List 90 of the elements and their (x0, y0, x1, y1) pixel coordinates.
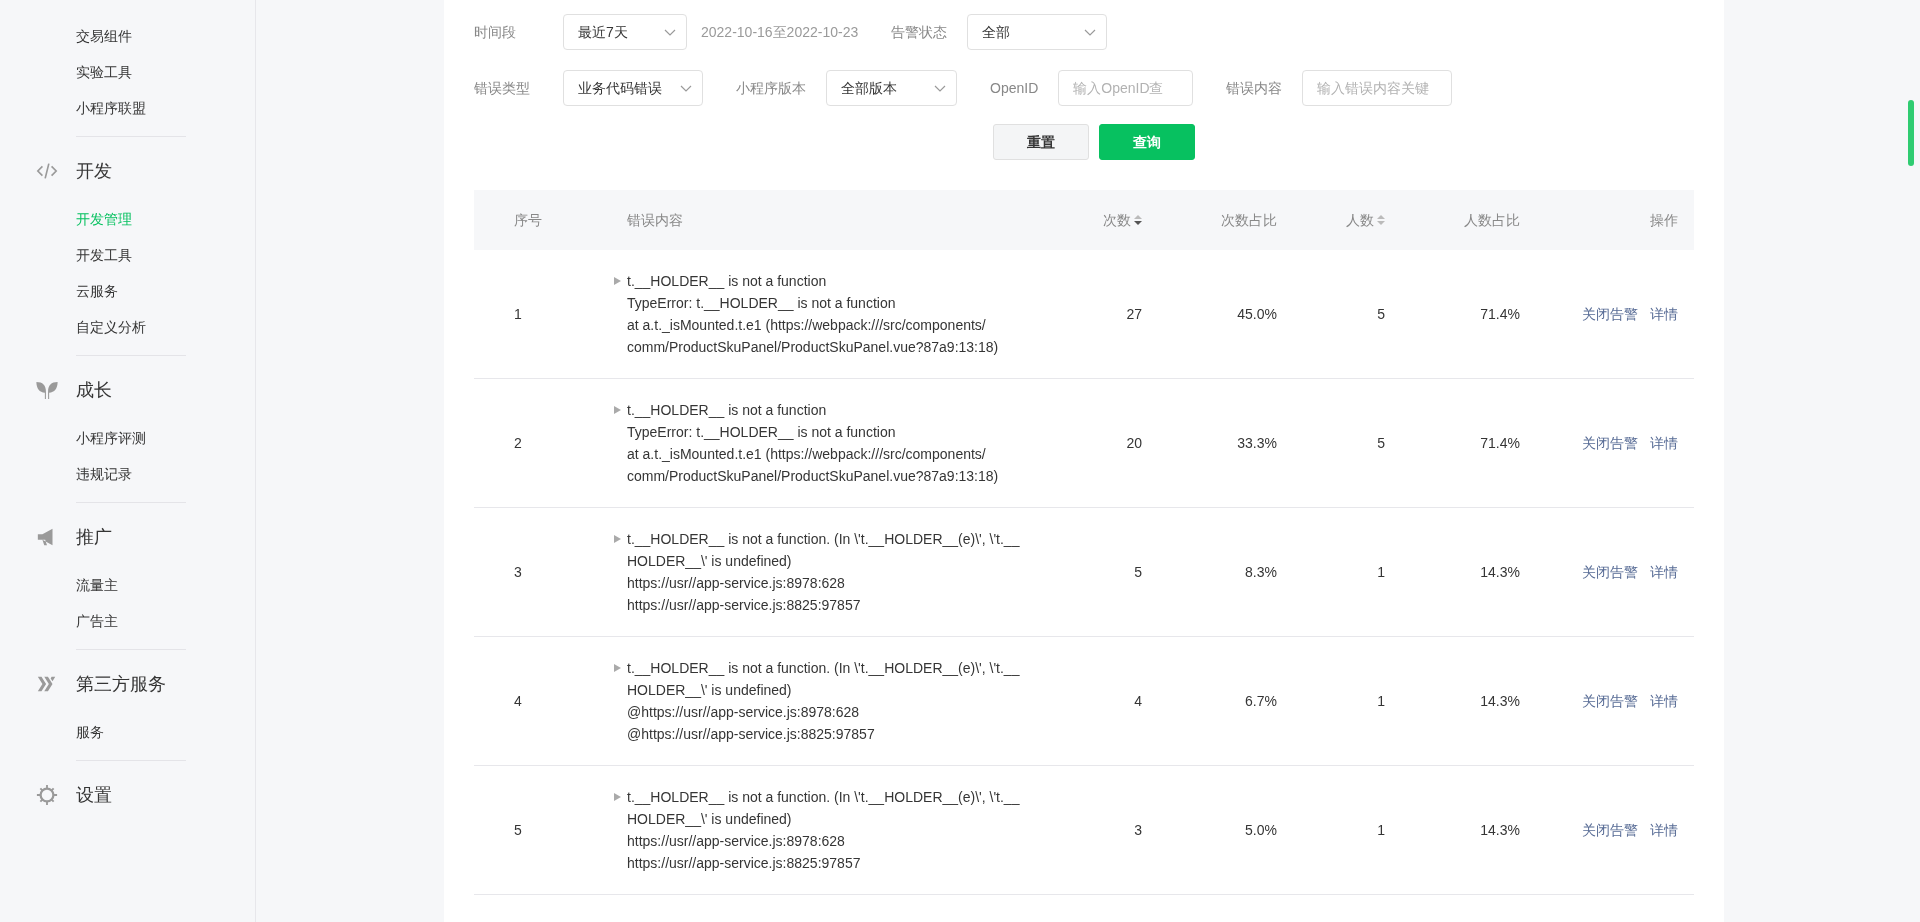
details-link[interactable]: 详情 (1650, 561, 1678, 583)
table-cell: 33.3% (1237, 434, 1277, 451)
error-text: t.__HOLDER__ is not a function. (In \'t.__HOLDER__(e)\', \'t.__ HOLDER__\' is undefined) https://usr//app-service.js:8978:628 https://usr//app-service.js:8825:97857 (627, 788, 1020, 873)
table-cell: 8.3% (1245, 563, 1277, 580)
table-cell: 1 (1377, 821, 1385, 838)
sort-icon[interactable] (1134, 215, 1142, 225)
details-link[interactable]: 详情 (1650, 303, 1678, 325)
row-number: 4 (514, 692, 522, 709)
dropdown[interactable]: 全部版本 (826, 70, 957, 106)
table-cell: 5 (1134, 563, 1142, 580)
row-number: 5 (514, 821, 522, 838)
column-header[interactable]: 次数 (1103, 209, 1131, 231)
column-header: 错误内容 (627, 211, 683, 228)
filter-label: 错误类型 (474, 78, 531, 98)
row-number: 3 (514, 563, 522, 580)
table-cell: 14.3% (1480, 821, 1520, 838)
sidebar-item[interactable]: 交易组件 (76, 18, 255, 54)
sidebar-item[interactable]: 广告主 (76, 603, 255, 639)
table-cell: 45.0% (1237, 305, 1277, 322)
table-cell: 6.7% (1245, 692, 1277, 709)
chevron-down-icon (664, 28, 676, 36)
close-alert-link[interactable]: 关闭告警 (1582, 303, 1638, 325)
section-title[interactable]: 第三方服务 (76, 670, 166, 698)
table-cell: 71.4% (1480, 434, 1520, 451)
filter-label: 小程序版本 (736, 78, 806, 98)
section-title[interactable]: 设置 (76, 781, 112, 809)
expand-icon[interactable] (614, 793, 621, 801)
error-text: t.__HOLDER__ is not a function TypeError: t.__HOLDER__ is not a function at a.t._isMounted.t.e1 (https://webpack:///src/components/ comm/ProductSkuPanel/ProductSkuPanel.vue?87a9:13:18) (627, 272, 999, 357)
column-header[interactable]: 人数 (1346, 209, 1374, 231)
chevron-down-icon (934, 84, 946, 92)
close-alert-link[interactable]: 关闭告警 (1582, 819, 1638, 841)
sidebar-item[interactable]: 小程序评测 (76, 420, 255, 456)
error-text: t.__HOLDER__ is not a function. (In \'t.__HOLDER__(e)\', \'t.__ HOLDER__\' is undefined) https://usr//app-service.js:8978:628 https://usr//app-service.js:8825:97857 (627, 530, 1020, 615)
column-header: 操作 (1650, 211, 1678, 228)
reset-button[interactable]: 重置 (993, 124, 1089, 160)
close-alert-link[interactable]: 关闭告警 (1582, 690, 1638, 712)
column-header: 序号 (514, 211, 542, 228)
settings-icon (36, 784, 58, 806)
row-number: 1 (514, 305, 522, 322)
table-cell: 71.4% (1480, 305, 1520, 322)
dropdown[interactable]: 业务代码错误 (563, 70, 703, 106)
sidebar-item[interactable]: 小程序联盟 (76, 90, 255, 126)
dropdown[interactable]: 最近7天 (563, 14, 687, 50)
section-title[interactable]: 开发 (76, 157, 112, 185)
sidebar-item[interactable]: 自定义分析 (76, 309, 255, 345)
scrollbar[interactable] (1908, 100, 1914, 166)
table-cell: 1 (1377, 563, 1385, 580)
table-cell: 14.3% (1480, 563, 1520, 580)
details-link[interactable]: 详情 (1650, 819, 1678, 841)
row-number: 2 (514, 434, 522, 451)
date-range-text: 2022-10-16至2022-10-23 (701, 22, 859, 42)
sidebar-item[interactable]: 实验工具 (76, 54, 255, 90)
table-cell: 27 (1126, 305, 1142, 322)
filter-label: 错误内容 (1226, 78, 1283, 98)
error-text: t.__HOLDER__ is not a function TypeError: t.__HOLDER__ is not a function at a.t._isMounted.t.e1 (https://webpack:///src/components/ comm/ProductSkuPanel/ProductSkuPanel.vue?87a9:13:18) (627, 401, 999, 486)
expand-icon[interactable] (614, 664, 621, 672)
close-alert-link[interactable]: 关闭告警 (1582, 432, 1638, 454)
table-cell: 5 (1377, 305, 1385, 322)
column-header: 次数占比 (1221, 211, 1277, 228)
close-alert-link[interactable]: 关闭告警 (1582, 561, 1638, 583)
sidebar-item[interactable]: 云服务 (76, 273, 255, 309)
table-cell: 5 (1377, 434, 1385, 451)
sidebar-item[interactable]: 违规记录 (76, 456, 255, 492)
table-cell: 1 (1377, 692, 1385, 709)
column-header: 人数占比 (1464, 211, 1520, 228)
filter-label: OpenID (990, 78, 1039, 98)
table-cell: 20 (1126, 434, 1142, 451)
expand-icon[interactable] (614, 277, 621, 285)
filter-label: 时间段 (474, 22, 517, 42)
input-field[interactable]: 输入错误内容关键 (1302, 70, 1453, 106)
table-cell: 3 (1134, 821, 1142, 838)
details-link[interactable]: 详情 (1650, 432, 1678, 454)
expand-icon[interactable] (614, 535, 621, 543)
expand-icon[interactable] (614, 406, 621, 414)
table-cell: 14.3% (1480, 692, 1520, 709)
section-title[interactable]: 推广 (76, 523, 112, 551)
sidebar-item[interactable]: 开发工具 (76, 237, 255, 273)
input-field[interactable]: 输入OpenID查 (1058, 70, 1194, 106)
sidebar-item[interactable]: 流量主 (76, 567, 255, 603)
sidebar-item[interactable]: 服务 (76, 714, 255, 750)
sprout-icon (36, 381, 58, 399)
table-cell: 4 (1134, 692, 1142, 709)
chevron-down-icon (1084, 28, 1097, 36)
details-link[interactable]: 详情 (1650, 690, 1678, 712)
section-title[interactable]: 成长 (76, 376, 112, 404)
error-text: t.__HOLDER__ is not a function. (In \'t.__HOLDER__(e)\', \'t.__ HOLDER__\' is undefined) @https://usr//app-service.js:8978:628 @https://usr//app-service.js:8825:97857 (627, 659, 1020, 744)
table-cell: 5.0% (1245, 821, 1277, 838)
chevron-down-icon (680, 84, 692, 92)
filter-label: 告警状态 (891, 22, 948, 42)
dropdown[interactable]: 全部 (967, 14, 1108, 50)
